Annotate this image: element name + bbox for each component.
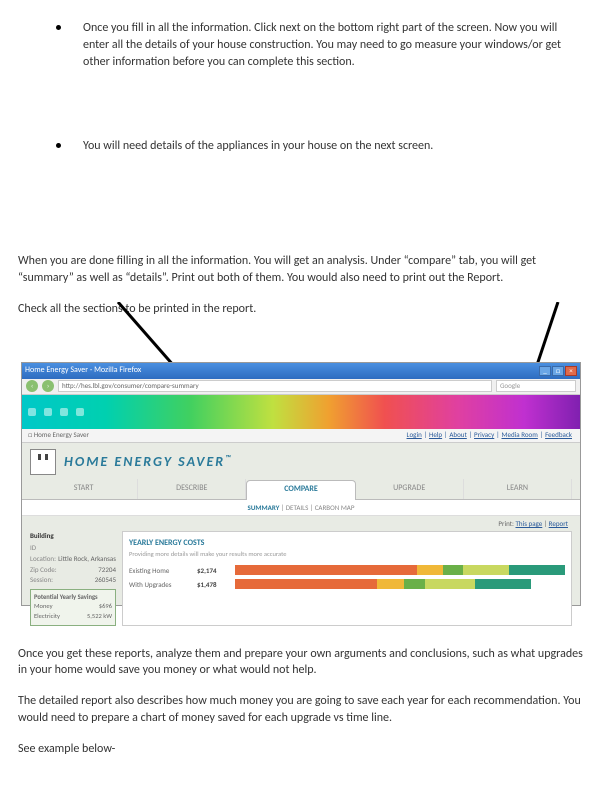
- bullet-dot-icon: [56, 25, 61, 30]
- top-link[interactable]: Media Room: [502, 430, 538, 440]
- subtabs: SUMMARY | DETAILS | CARBON MAP: [22, 500, 580, 517]
- paragraph-after-reports: Once you get these reports, analyze them…: [18, 646, 584, 680]
- forward-button[interactable]: ›: [42, 380, 54, 392]
- sidebar: Building ID Location:Little Rock, Arkans…: [30, 531, 116, 626]
- top-link[interactable]: Feedback: [545, 430, 572, 440]
- bookmark-bar: [22, 395, 580, 429]
- bar-value: $2,174: [197, 566, 227, 576]
- tab-start[interactable]: START: [30, 479, 138, 499]
- browser-tab-label: Home Energy Saver: [34, 430, 89, 439]
- tab-upgrade[interactable]: UPGRADE: [356, 479, 464, 499]
- tab-describe[interactable]: DESCRIBE: [138, 479, 246, 499]
- bullet-item: You will need details of the appliances …: [18, 138, 584, 155]
- sidebar-row: Zip Code:72204: [30, 565, 116, 575]
- window-titlebar: Home Energy Saver - Mozilla Firefox _ □ …: [22, 363, 580, 379]
- bar-label: With Upgrades: [129, 580, 189, 590]
- print-report-link[interactable]: Report: [549, 519, 568, 528]
- subtab-summary[interactable]: SUMMARY: [248, 503, 280, 512]
- print-this-page-link[interactable]: This page: [516, 519, 543, 528]
- plug-icon: [30, 449, 56, 475]
- bar-value: $1,478: [197, 580, 227, 590]
- maximize-button[interactable]: □: [552, 366, 564, 376]
- close-button[interactable]: ×: [565, 366, 577, 376]
- bullet-item: Once you fill in all the information. Cl…: [18, 20, 584, 70]
- bullet-text: Once you fill in all the information. Cl…: [83, 20, 584, 70]
- bar-row: With Upgrades $1,478: [129, 579, 565, 589]
- main-tabs: START DESCRIBE COMPARE UPGRADE LEARN: [22, 479, 580, 500]
- window-title: Home Energy Saver - Mozilla Firefox: [25, 365, 141, 376]
- subtab-carbon[interactable]: CARBON MAP: [315, 503, 355, 512]
- top-link[interactable]: Help: [429, 430, 442, 440]
- minimize-button[interactable]: _: [539, 366, 551, 376]
- url-bar[interactable]: http://hes.lbl.gov/consumer/compare-summ…: [58, 380, 492, 392]
- sidebar-row: Location:Little Rock, Arkansas: [30, 554, 116, 564]
- chart-panel: YEARLY ENERGY COSTS Providing more detai…: [122, 531, 572, 626]
- print-row: Print: This page | Report: [30, 516, 572, 529]
- app-title: HOME ENERGY SAVER™: [64, 452, 233, 472]
- bullet-dot-icon: [56, 143, 61, 148]
- top-link[interactable]: Privacy: [474, 430, 494, 440]
- paragraph-detailed-report: The detailed report also describes how m…: [18, 693, 584, 727]
- bar-row: Existing Home $2,174: [129, 565, 565, 575]
- paragraph-analysis: When you are done filling in all the inf…: [18, 253, 584, 287]
- top-links-bar: □ Home Energy Saver Login | Help | About…: [22, 429, 580, 443]
- browser-navbar: ‹ › http://hes.lbl.gov/consumer/compare-…: [22, 379, 580, 395]
- top-link[interactable]: Login: [407, 430, 422, 440]
- chart-subtitle: Providing more details will make your re…: [129, 550, 565, 559]
- paragraph-see-example: See example below-: [18, 741, 584, 758]
- bar-container: [235, 565, 565, 575]
- chart-title: YEARLY ENERGY COSTS: [129, 538, 565, 549]
- bullet-text: You will need details of the appliances …: [83, 138, 584, 155]
- browser-window: Home Energy Saver - Mozilla Firefox _ □ …: [21, 362, 581, 606]
- tab-compare[interactable]: COMPARE: [246, 480, 355, 500]
- subtab-details[interactable]: DETAILS: [286, 503, 309, 512]
- sidebar-row: Session:260545: [30, 575, 116, 585]
- top-link[interactable]: About: [449, 430, 466, 440]
- bar-container: [235, 579, 531, 589]
- bar-chart: Existing Home $2,174 With Upgrades $1,478: [129, 565, 565, 589]
- back-button[interactable]: ‹: [26, 380, 38, 392]
- bar-label: Existing Home: [129, 566, 189, 576]
- search-box[interactable]: Google: [496, 380, 576, 392]
- savings-box: Potential Yearly Savings Money$696 Elect…: [30, 589, 116, 626]
- paragraph-check: Check all the sections to be printed in …: [18, 301, 584, 318]
- tab-learn[interactable]: LEARN: [464, 479, 572, 499]
